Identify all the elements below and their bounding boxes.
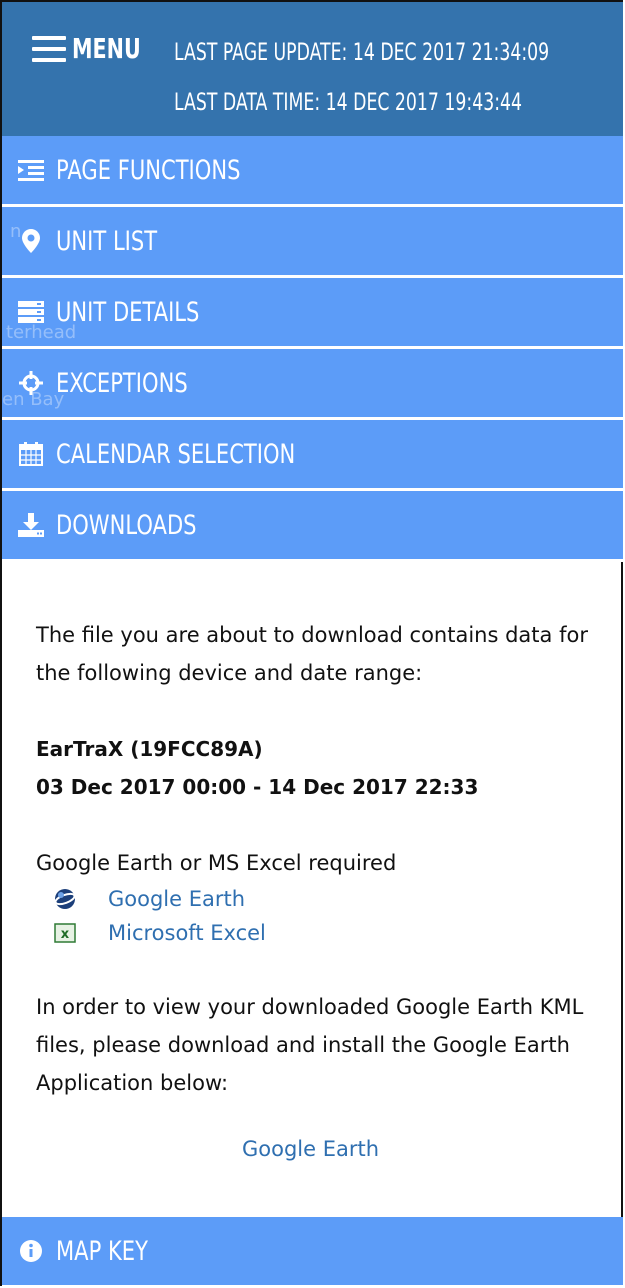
nav-item-label: PAGE FUNCTIONS (56, 154, 241, 186)
last-data-time: LAST DATA TIME: 14 DEC 2017 19:43:44 (174, 88, 523, 116)
nav-item-label: UNIT DETAILS (56, 296, 200, 328)
map-marker-icon (18, 228, 44, 254)
background-map-text: n (10, 221, 22, 242)
nav-item-downloads[interactable]: DOWNLOADS (2, 491, 623, 562)
nav-item-page-functions[interactable]: PAGE FUNCTIONS (2, 136, 623, 207)
background-map-text: en Bay (2, 389, 65, 410)
nav-item-label: EXCEPTIONS (56, 367, 188, 399)
excel-icon: x (52, 922, 78, 944)
last-page-update: LAST PAGE UPDATE: 14 DEC 2017 21:34:09 (174, 38, 550, 66)
header-bar: MENU LAST PAGE UPDATE: 14 DEC 2017 21:34… (2, 2, 623, 136)
indent-list-icon (18, 157, 44, 183)
google-earth-icon (52, 888, 78, 910)
nav-menu: PAGE FUNCTIONS n UNIT LIST terhead UNIT … (2, 136, 623, 562)
map-key-label: MAP KEY (56, 1235, 148, 1267)
menu-label: MENU (72, 32, 141, 65)
svg-text:x: x (61, 927, 70, 942)
hamburger-icon (32, 35, 66, 62)
download-icon (18, 512, 44, 538)
download-links: Google Earth x Microsoft Excel (52, 882, 596, 950)
link-label: Microsoft Excel (108, 921, 266, 945)
google-earth-download-link[interactable]: Google Earth (52, 882, 596, 916)
requirement-text: Google Earth or MS Excel required (36, 851, 397, 875)
google-earth-install-link[interactable]: Google Earth (0, 1137, 621, 1161)
nav-item-unit-details[interactable]: terhead UNIT DETAILS (2, 278, 623, 349)
downloads-panel: The file you are about to download conta… (36, 616, 596, 1102)
date-range: 03 Dec 2017 00:00 - 14 Dec 2017 22:33 (36, 775, 479, 799)
nav-item-label: UNIT LIST (56, 225, 158, 257)
calendar-icon (18, 441, 44, 467)
nav-item-calendar-selection[interactable]: CALENDAR SELECTION (2, 420, 623, 491)
menu-button[interactable]: MENU (32, 32, 156, 65)
info-circle-icon (18, 1238, 44, 1264)
nav-item-label: CALENDAR SELECTION (56, 438, 296, 470)
microsoft-excel-download-link[interactable]: x Microsoft Excel (52, 916, 596, 950)
link-label: Google Earth (108, 887, 246, 911)
nav-item-exceptions[interactable]: en Bay EXCEPTIONS (2, 349, 623, 420)
download-intro: The file you are about to download conta… (36, 623, 588, 685)
nav-item-label: DOWNLOADS (56, 509, 197, 541)
nav-item-unit-list[interactable]: n UNIT LIST (2, 207, 623, 278)
install-note: In order to view your downloaded Google … (36, 995, 584, 1095)
map-key-bar[interactable]: MAP KEY (2, 1217, 623, 1287)
device-name: EarTraX (19FCC89A) (36, 737, 263, 761)
